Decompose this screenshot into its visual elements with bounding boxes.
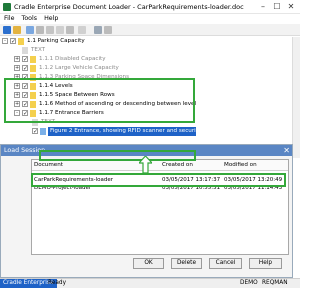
settings-icon[interactable] (46, 26, 54, 34)
tree-row-label: TEXT (31, 47, 46, 53)
node-icon (30, 56, 36, 63)
expand-icon[interactable]: + (14, 65, 20, 71)
title-bar: Cradle Enterprise Document Loader - CarP… (0, 0, 300, 14)
refresh-icon[interactable] (36, 26, 44, 34)
highlight-box-session (31, 173, 286, 187)
node-icon (30, 65, 36, 72)
load-icon[interactable] (3, 26, 11, 34)
maximize-icon[interactable]: ☐ (271, 1, 283, 12)
menu-bar: File Tools Help (0, 14, 300, 24)
tree-row-label: Figure 2 Entrance, showing RFID scanner … (48, 127, 196, 136)
text-node-icon (22, 47, 28, 54)
node-icon (18, 38, 24, 45)
toolbar (0, 24, 300, 36)
checkbox-icon[interactable]: ✓ (22, 65, 28, 72)
tree-row-label: 1.1.1 Disabled Capacity (39, 56, 106, 62)
up-arrow-icon (139, 156, 152, 173)
checkbox-icon[interactable]: ✓ (10, 38, 16, 45)
tree-scrollbar[interactable] (292, 37, 300, 158)
column-header-modified[interactable]: Modified on (222, 160, 288, 171)
minimize-icon[interactable]: – (257, 1, 269, 12)
open-folder-icon[interactable] (13, 26, 21, 34)
checkbox-icon[interactable]: ✓ (32, 128, 38, 135)
checkbox-icon[interactable]: ✓ (22, 56, 28, 63)
filter-icon[interactable] (56, 26, 64, 34)
list-icon[interactable] (66, 26, 74, 34)
window-title: Cradle Enterprise Document Loader - CarP… (14, 3, 244, 11)
tree-row-label: 1.1 Parking Capacity (27, 38, 85, 44)
status-database: DEMO (240, 280, 258, 286)
close-icon[interactable]: ✕ (283, 145, 290, 156)
help-button[interactable]: Help (249, 258, 282, 269)
expand-icon[interactable] (94, 26, 102, 34)
collapse-icon[interactable] (104, 26, 112, 34)
window-controls: – ☐ ✕ (257, 1, 297, 12)
dropdown-icon[interactable] (78, 26, 86, 34)
highlight-box-items (4, 78, 195, 123)
delete-button[interactable]: Delete (171, 258, 202, 269)
status-user: REQMAN (262, 280, 288, 286)
status-text: Ready (48, 280, 66, 286)
ok-button[interactable]: OK (133, 258, 164, 269)
expand-icon[interactable]: + (14, 56, 20, 62)
menu-file[interactable]: File (4, 14, 15, 24)
tree-row-label: 1.1.2 Large Vehicle Capacity (39, 65, 119, 71)
figure-icon (40, 128, 46, 135)
save-icon[interactable] (26, 26, 34, 34)
highlight-box-figure (39, 150, 196, 161)
menu-tools[interactable]: Tools (22, 14, 38, 24)
status-bar: Cradle Enterprise Ready DEMO REQMAN (0, 278, 300, 288)
cancel-button[interactable]: Cancel (209, 258, 242, 269)
collapse-icon[interactable]: - (2, 38, 8, 44)
menu-help[interactable]: Help (44, 14, 58, 24)
column-header-created[interactable]: Created on (160, 160, 222, 171)
app-icon (3, 3, 11, 11)
close-icon[interactable]: ✕ (285, 1, 297, 12)
